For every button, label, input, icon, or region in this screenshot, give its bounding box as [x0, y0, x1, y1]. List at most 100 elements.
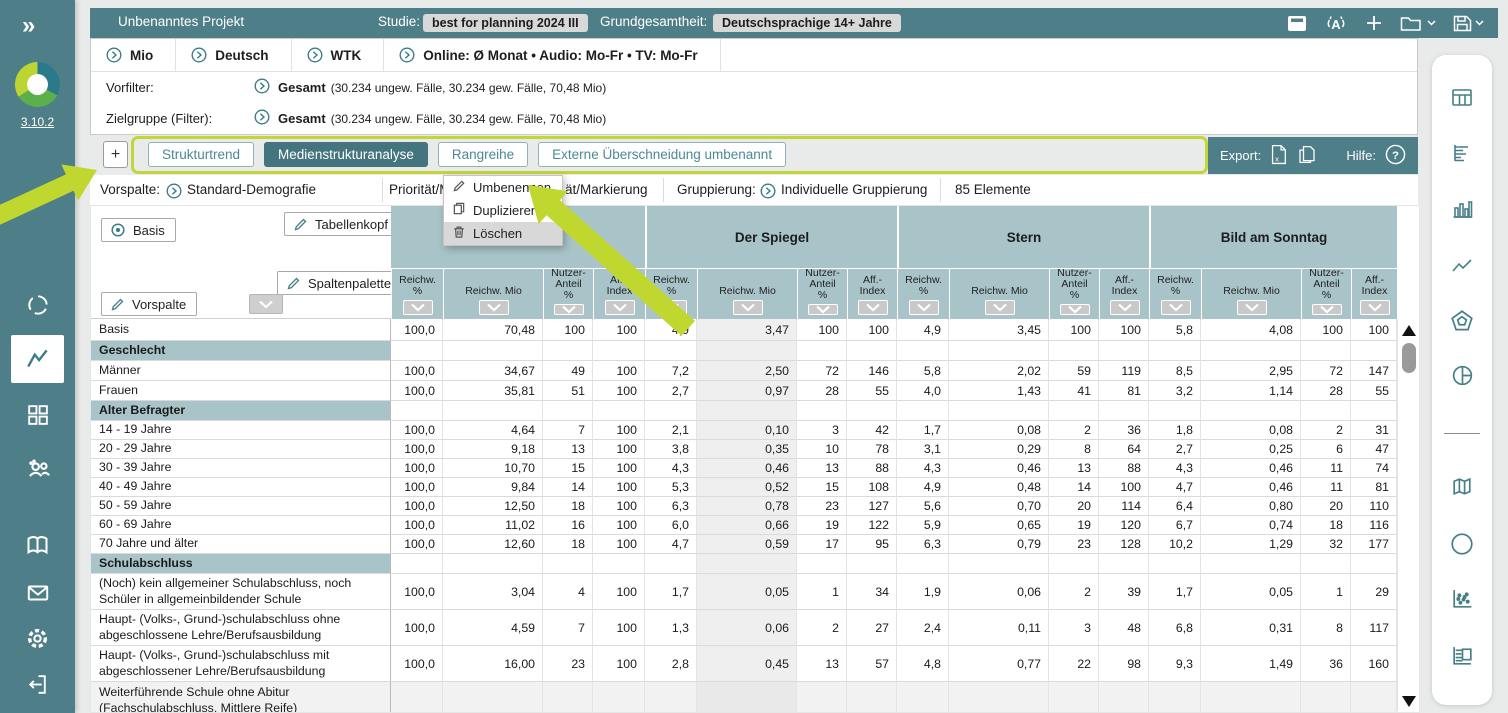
- unit-button-3[interactable]: Online: Ø Monat • Audio: Mo-Fr • TV: Mo-…: [384, 39, 720, 71]
- column-menu-button[interactable]: [479, 300, 509, 315]
- table-icon[interactable]: [1432, 86, 1492, 110]
- chevron-circle-icon[interactable]: [254, 78, 270, 97]
- topbar-actions: A: [1287, 8, 1484, 38]
- value-cell: 0,29: [949, 440, 1049, 459]
- value-cell: [1149, 401, 1201, 421]
- vorfilter-value[interactable]: Gesamt: [278, 80, 326, 95]
- unit-button-1[interactable]: Deutsch: [176, 39, 291, 71]
- dashboard-grid-icon[interactable]: [0, 402, 75, 427]
- help-circle-icon[interactable]: ?: [1385, 144, 1406, 168]
- value-cell: 100,0: [391, 421, 443, 440]
- vorspalte-button[interactable]: Vorspalte: [101, 292, 197, 316]
- column-menu-button[interactable]: [403, 300, 433, 315]
- add-icon[interactable]: [1365, 14, 1383, 32]
- value-cell: 8,5: [1149, 361, 1201, 381]
- row-label: Frauen: [91, 381, 391, 401]
- tab-medienstrukturanalyse[interactable]: Medienstrukturanalyse: [264, 142, 428, 167]
- add-tab-button[interactable]: +: [103, 141, 128, 168]
- map-icon[interactable]: [1432, 475, 1492, 500]
- column-menu-button[interactable]: [1312, 304, 1342, 315]
- basis-button[interactable]: Basis: [101, 218, 176, 242]
- line-chart-icon[interactable]: [1432, 255, 1492, 279]
- column-menu-button[interactable]: [1161, 300, 1191, 315]
- column-menu-button[interactable]: [1110, 300, 1140, 315]
- zielgruppe-value[interactable]: Gesamt: [278, 111, 326, 126]
- value-cell: 6,3: [897, 535, 949, 554]
- mail-icon[interactable]: [0, 580, 75, 606]
- logout-icon[interactable]: [0, 672, 75, 697]
- sidebar-expand-icon[interactable]: »: [22, 12, 35, 40]
- context-menu-item-duplizieren[interactable]: Duplizieren: [444, 199, 562, 222]
- context-menu-item-löschen[interactable]: Löschen: [444, 222, 562, 245]
- column-menu-button[interactable]: [985, 300, 1015, 315]
- scatter-plot-icon[interactable]: [1432, 586, 1492, 611]
- prioritaet-label-right[interactable]: ät/Markierung: [565, 182, 648, 197]
- column-menu-button[interactable]: [733, 300, 763, 315]
- bar-chart-vertical-icon[interactable]: [1432, 197, 1492, 221]
- vorspalte-value[interactable]: Standard-Demografie: [187, 182, 316, 197]
- value-cell: 3: [797, 421, 847, 440]
- metric-header: Reichw.%: [897, 268, 949, 319]
- bar-chart-horizontal-icon[interactable]: [1432, 141, 1492, 165]
- value-cell: 4,3: [645, 459, 697, 478]
- chevron-circle-icon[interactable]: [760, 183, 776, 202]
- unit-button-label: Mio: [130, 48, 153, 63]
- unit-button-0[interactable]: Mio: [91, 39, 176, 71]
- pencil-icon: [110, 297, 125, 312]
- scroll-up-icon[interactable]: [1402, 325, 1416, 336]
- column-menu-button[interactable]: [808, 304, 838, 315]
- scrollbar-thumb[interactable]: [1402, 343, 1416, 373]
- column-menu-button[interactable]: [909, 300, 939, 315]
- column-menu-button[interactable]: [1360, 300, 1390, 315]
- gruppierung-value[interactable]: Individuelle Gruppierung: [781, 182, 927, 197]
- save-icon[interactable]: [1453, 15, 1484, 32]
- row-label: Basis: [91, 319, 391, 341]
- value-cell: 100: [593, 361, 645, 381]
- gantt-overlap-icon[interactable]: [1432, 643, 1492, 668]
- column-menu-button[interactable]: [1060, 304, 1090, 315]
- pie-chart-icon[interactable]: [1432, 363, 1492, 388]
- column-menu-button[interactable]: [657, 300, 687, 315]
- unit-button-2[interactable]: WTK: [292, 39, 385, 71]
- settings-gear-icon[interactable]: [0, 625, 75, 652]
- context-menu-item-umbenennen[interactable]: Umbenennen: [444, 176, 562, 199]
- excel-file-icon[interactable]: x: [1270, 144, 1287, 168]
- vertical-scrollbar[interactable]: [1397, 319, 1420, 711]
- value-cell: [593, 341, 645, 361]
- value-cell: 4,9: [645, 319, 697, 341]
- chevron-circle-icon[interactable]: [166, 183, 182, 202]
- column-group-header[interactable]: Der Spiegel: [645, 206, 897, 268]
- bubble-chart-icon[interactable]: [1432, 531, 1492, 557]
- broadcast-icon[interactable]: A: [1324, 15, 1348, 32]
- handbook-icon[interactable]: [0, 532, 75, 559]
- vorspalte-menu-button[interactable]: [249, 294, 283, 314]
- column-group-header[interactable]: Stern: [897, 206, 1149, 268]
- column-menu-button[interactable]: [554, 304, 584, 315]
- version-link[interactable]: 3.10.2: [0, 115, 75, 129]
- scroll-down-icon[interactable]: [1402, 696, 1416, 707]
- tabellenkopf-button[interactable]: Tabellenkopf: [284, 212, 399, 236]
- value-cell: 100: [593, 610, 645, 646]
- column-menu-button[interactable]: [1237, 300, 1267, 315]
- value-cell: 0,10: [697, 421, 797, 440]
- calculator-icon[interactable]: [1287, 15, 1307, 32]
- folder-open-icon[interactable]: [1400, 15, 1436, 32]
- value-cell: [797, 341, 847, 361]
- trend-chart-icon[interactable]: [11, 335, 64, 383]
- column-group-header[interactable]: Bild am Sonntag: [1149, 206, 1397, 268]
- value-cell: 100: [593, 535, 645, 554]
- column-menu-button[interactable]: [858, 300, 888, 315]
- spaltenpalette-button[interactable]: Spaltenpalette: [277, 271, 402, 295]
- copy-pages-icon[interactable]: [1296, 144, 1318, 168]
- donut-chart-icon[interactable]: [0, 292, 75, 318]
- radar-chart-icon[interactable]: [1432, 308, 1492, 334]
- tab-strukturtrend[interactable]: Strukturtrend: [148, 142, 254, 167]
- audience-icon[interactable]: [0, 455, 75, 483]
- chevron-circle-icon[interactable]: [254, 109, 270, 128]
- column-menu-button[interactable]: [605, 300, 635, 315]
- tab-rangreihe[interactable]: Rangreihe: [438, 142, 528, 167]
- value-cell: 5,9: [897, 516, 949, 535]
- value-cell: [1149, 554, 1201, 574]
- value-cell: [1099, 682, 1149, 713]
- tab-externe-überschneidung-umbenannt[interactable]: Externe Überschneidung umbenannt: [538, 142, 786, 167]
